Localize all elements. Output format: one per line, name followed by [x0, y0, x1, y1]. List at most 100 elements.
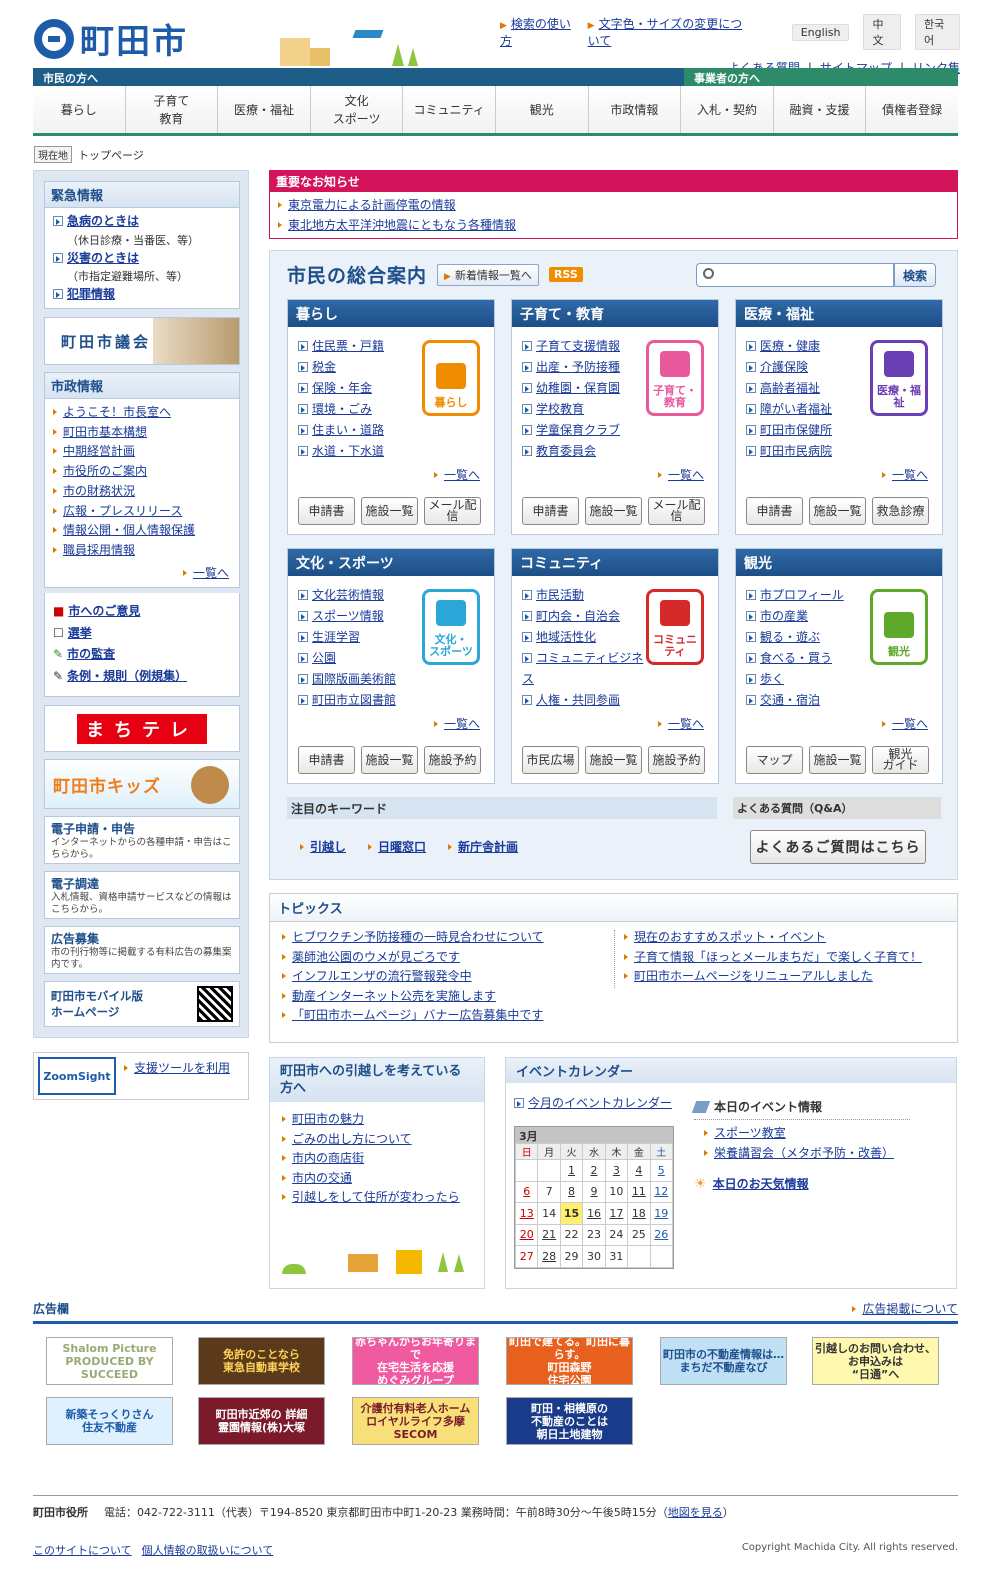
- privacy-link[interactable]: 個人情報の取扱いについて: [142, 1542, 274, 1558]
- zoomsight-link[interactable]: 支援ツールを利用: [134, 1061, 230, 1075]
- e-application-box[interactable]: 電子申請・申告 インターネットからの各種申請・申告はこちらから。: [44, 816, 240, 864]
- topic-link[interactable]: 現在のおすすめスポット・イベント: [634, 930, 826, 944]
- guide-card-link[interactable]: 地域活性化: [536, 630, 596, 644]
- topic-link[interactable]: 子育て情報「ほっとメールまちだ」で楽しく子育て！: [634, 950, 922, 964]
- calendar-day[interactable]: 15: [559, 1202, 584, 1225]
- calendar-day[interactable]: 28: [537, 1245, 561, 1268]
- calendar-day-link[interactable]: 26: [654, 1228, 668, 1241]
- keyword-link[interactable]: 新庁舎計画: [458, 840, 518, 854]
- calendar-day-link[interactable]: 2: [590, 1164, 597, 1177]
- guide-card-title[interactable]: 子育て・教育: [512, 300, 718, 327]
- guide-card-title[interactable]: 文化・スポーツ: [288, 549, 494, 576]
- audit-link[interactable]: 市の監査: [67, 647, 115, 661]
- gnav-item[interactable]: 融資・支援: [774, 86, 867, 133]
- notice-link[interactable]: 東京電力による計画停電の情報: [288, 198, 456, 212]
- gnav-item[interactable]: 市政情報: [589, 86, 682, 133]
- city-info-link[interactable]: 広報・プレスリリース: [63, 504, 182, 518]
- gnav-item[interactable]: 文化 スポーツ: [311, 86, 404, 133]
- calendar-day[interactable]: 19: [649, 1202, 674, 1225]
- calendar-day[interactable]: 30: [582, 1245, 606, 1268]
- calendar-day[interactable]: 2: [582, 1159, 606, 1182]
- guide-card-button[interactable]: 申請書: [522, 497, 579, 525]
- guide-card-more-link[interactable]: 一覧へ: [668, 717, 704, 731]
- guide-card-link[interactable]: 町田市民病院: [760, 444, 832, 458]
- footer-map-link[interactable]: 地図を見る: [668, 1506, 723, 1519]
- calendar-day[interactable]: 20: [514, 1223, 539, 1246]
- calendar-day[interactable]: 25: [627, 1223, 651, 1246]
- family-icon[interactable]: 子育て・ 教育: [646, 340, 704, 416]
- topic-link[interactable]: インフルエンザの流行警報発令中: [292, 969, 472, 983]
- guide-card-link[interactable]: 税金: [312, 360, 336, 374]
- faq-button[interactable]: よくあるご質問はこちら: [750, 830, 926, 864]
- moving-link[interactable]: 引越しをして住所が変わったら: [292, 1190, 460, 1204]
- calendar-day[interactable]: 29: [559, 1245, 584, 1268]
- guide-card-link[interactable]: 観る・遊ぶ: [760, 630, 820, 644]
- guide-card-button[interactable]: マップ: [746, 746, 803, 774]
- guide-card-link[interactable]: 学校教育: [536, 402, 584, 416]
- guide-card-link[interactable]: 介護保険: [760, 360, 808, 374]
- topic-link[interactable]: 町田市ホームページをリニューアルしました: [634, 969, 873, 983]
- guide-card-more-link[interactable]: 一覧へ: [444, 717, 480, 731]
- calendar-day[interactable]: 14: [537, 1202, 561, 1225]
- guide-card-link[interactable]: 生涯学習: [312, 630, 360, 644]
- moving-link[interactable]: 町田市の魅力: [292, 1112, 364, 1126]
- guide-card-button[interactable]: 申請書: [746, 497, 803, 525]
- city-info-link[interactable]: ようこそ！市長室へ: [63, 405, 171, 419]
- guide-card-link[interactable]: 学童保育クラブ: [536, 423, 620, 437]
- search-input[interactable]: [696, 263, 894, 287]
- city-info-link[interactable]: 中期経営計画: [63, 444, 135, 458]
- guide-card-title[interactable]: 暮らし: [288, 300, 494, 327]
- calendar-day-link[interactable]: 21: [542, 1228, 556, 1241]
- guide-card-link[interactable]: 高齢者福祉: [760, 381, 820, 395]
- guide-card-title[interactable]: 観光: [736, 549, 942, 576]
- new-info-button[interactable]: ▶ 新着情報一覧へ: [437, 263, 539, 286]
- calendar-day[interactable]: 10: [604, 1180, 629, 1203]
- calendar-day[interactable]: 8: [559, 1180, 584, 1203]
- calendar-day[interactable]: 12: [649, 1180, 674, 1203]
- election-link[interactable]: 選挙: [68, 626, 92, 640]
- guide-card-more-link[interactable]: 一覧へ: [444, 468, 480, 482]
- about-site-link[interactable]: このサイトについて: [33, 1542, 132, 1558]
- city-info-link[interactable]: 町田市基本構想: [63, 425, 147, 439]
- guide-card-link[interactable]: 町内会・自治会: [536, 609, 620, 623]
- topic-link[interactable]: 「町田市ホームページ」バナー広告募集中です: [292, 1008, 543, 1022]
- calendar-day[interactable]: 5: [649, 1159, 674, 1182]
- kids-banner[interactable]: 町田市キッズ: [44, 759, 240, 809]
- guide-card-link[interactable]: 市の産業: [760, 609, 808, 623]
- calendar-day[interactable]: 24: [604, 1223, 629, 1246]
- ad-banner[interactable]: 引越しのお問い合わせ、 お申込みは “日通”へ: [812, 1337, 939, 1385]
- calendar-day[interactable]: 16: [582, 1202, 606, 1225]
- moving-link[interactable]: 市内の交通: [292, 1171, 352, 1185]
- guide-card-link[interactable]: 水道・下水道: [312, 444, 384, 458]
- calendar-day-link[interactable]: 4: [635, 1164, 642, 1177]
- calendar-day-link[interactable]: 19: [654, 1207, 668, 1220]
- guide-card-link[interactable]: 文化芸術情報: [312, 588, 384, 602]
- calendar-day-link[interactable]: 6: [523, 1185, 530, 1198]
- guide-card-more-link[interactable]: 一覧へ: [668, 468, 704, 482]
- guide-card-link[interactable]: 町田市立図書館: [312, 693, 396, 707]
- guide-card-button[interactable]: 施設一覧: [809, 497, 866, 525]
- guide-card-link[interactable]: 住民票・戸籍: [312, 339, 384, 353]
- ad-recruit-box[interactable]: 広告募集 市の刊行物等に掲載する有料広告の募集案内です。: [44, 926, 240, 974]
- calendar-day[interactable]: 6: [514, 1180, 539, 1203]
- zoomsight-logo[interactable]: ZoomSight: [38, 1057, 116, 1095]
- machi-tv-banner[interactable]: まちテレ: [44, 705, 240, 752]
- gnav-item[interactable]: 債権者登録: [866, 86, 958, 133]
- guide-card-link[interactable]: 住まい・道路: [312, 423, 384, 437]
- ad-banner[interactable]: 介護付有料老人ホーム ロイヤルライフ多摩 SECOM: [352, 1397, 479, 1445]
- gnav-item[interactable]: 入札・契約: [681, 86, 774, 133]
- lang-korean[interactable]: 한국어: [915, 14, 960, 50]
- guide-card-title[interactable]: コミュニティ: [512, 549, 718, 576]
- guide-card-link[interactable]: スポーツ情報: [312, 609, 384, 623]
- guide-card-link[interactable]: 教育委員会: [536, 444, 596, 458]
- calendar-day-link[interactable]: 20: [520, 1228, 534, 1241]
- site-logo[interactable]: 町田市: [34, 14, 188, 63]
- keyword-link[interactable]: 引越し: [310, 840, 346, 854]
- guide-card-link[interactable]: 障がい者福祉: [760, 402, 832, 416]
- guide-card-button[interactable]: 施設一覧: [361, 497, 418, 525]
- calendar-day-link[interactable]: 11: [632, 1185, 646, 1198]
- ad-banner[interactable]: 新築そっくりさん 住友不動産: [46, 1397, 173, 1445]
- guide-card-link[interactable]: 国際版画美術館: [312, 672, 396, 686]
- city-info-link[interactable]: 市の財務状況: [63, 484, 135, 498]
- guide-card-button[interactable]: 観光 ガイド: [872, 746, 929, 774]
